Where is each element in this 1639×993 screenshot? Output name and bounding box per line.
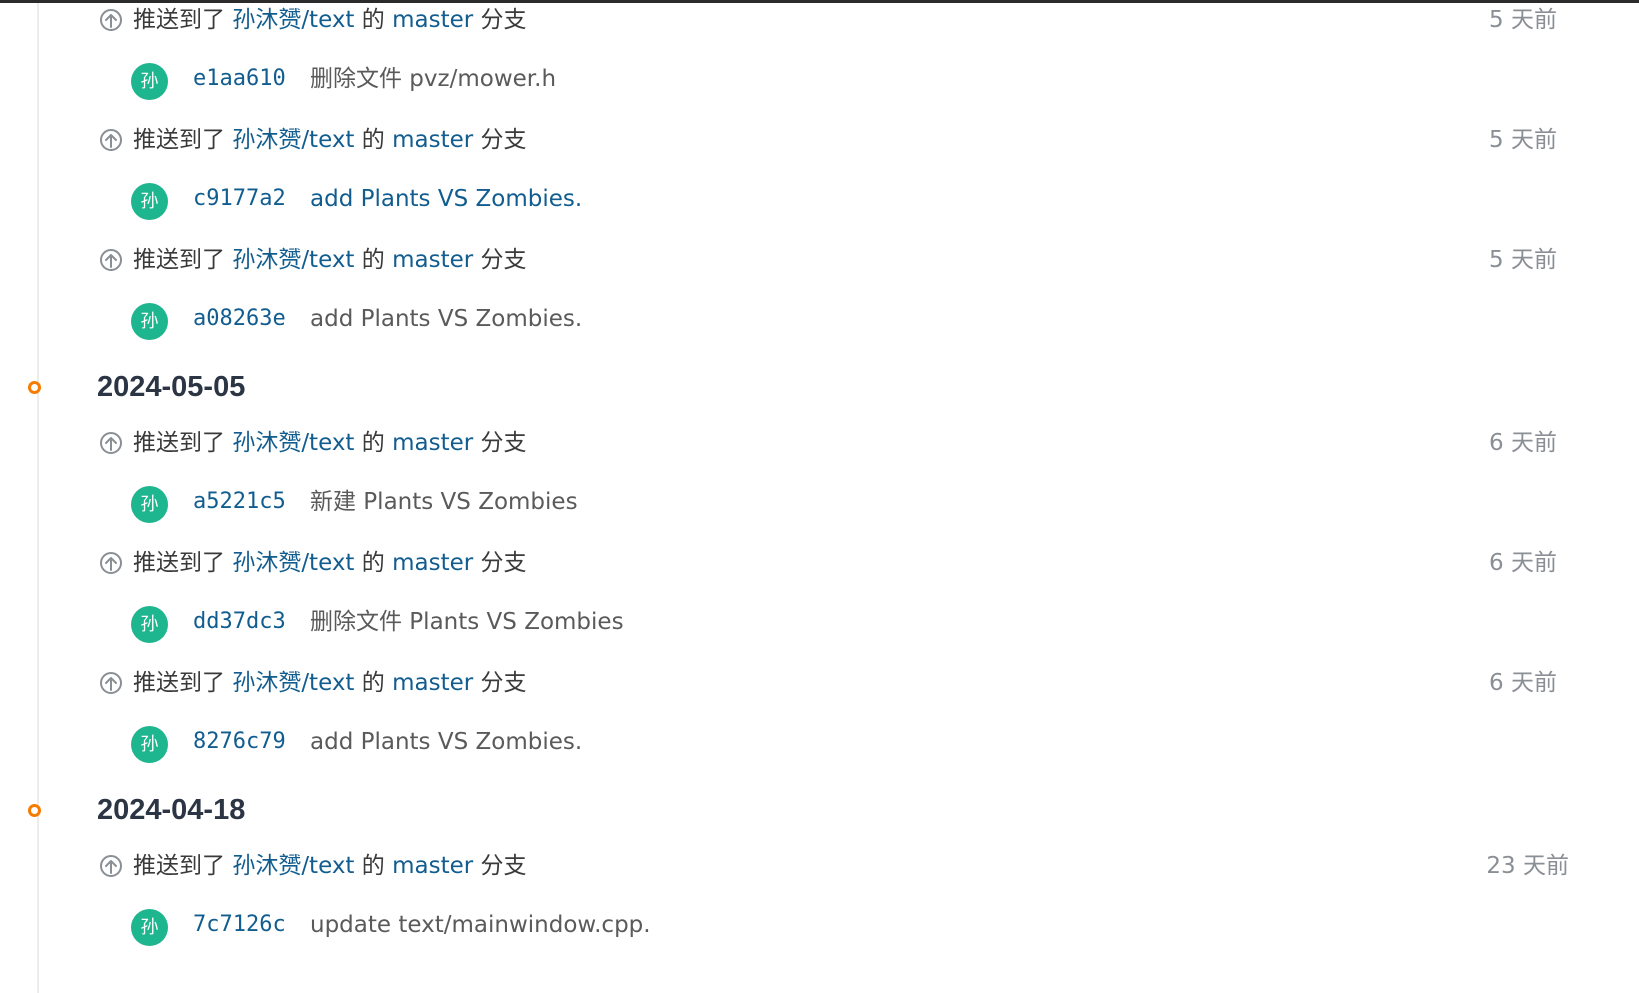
push-suffix: 分支 bbox=[473, 670, 527, 696]
push-prefix: 推送到了 bbox=[133, 550, 233, 576]
branch-link[interactable]: master bbox=[392, 127, 473, 153]
push-event-text: 推送到了 孙沐赟/text 的 master 分支 bbox=[133, 243, 527, 277]
repo-link[interactable]: 孙沐赟/text bbox=[232, 7, 354, 33]
push-event-text: 推送到了 孙沐赟/text 的 master 分支 bbox=[133, 546, 527, 580]
commit-row: 孙 a08263e add Plants VS Zombies. bbox=[0, 298, 1639, 363]
commit-message: update text/mainwindow.cpp. bbox=[310, 912, 651, 938]
push-middle: 的 bbox=[354, 853, 393, 879]
push-middle: 的 bbox=[354, 430, 393, 456]
arrow-up-circle-icon bbox=[100, 552, 122, 574]
avatar[interactable]: 孙 bbox=[131, 183, 168, 220]
commit-message: 新建 Plants VS Zombies bbox=[310, 489, 578, 515]
repo-link[interactable]: 孙沐赟/text bbox=[232, 430, 354, 456]
commit-sha-link[interactable]: a5221c5 bbox=[193, 485, 286, 519]
activity-feed: 推送到了 孙沐赟/text 的 master 分支 5 天前孙 e1aa610 删除文… bbox=[0, 0, 1639, 969]
push-middle: 的 bbox=[354, 550, 393, 576]
arrow-up-circle-icon bbox=[100, 9, 122, 31]
arrow-up-circle-icon bbox=[100, 432, 122, 454]
commit-row: 孙 dd37dc3 删除文件 Plants VS Zombies bbox=[0, 601, 1639, 666]
branch-link[interactable]: master bbox=[392, 853, 473, 879]
branch-link[interactable]: master bbox=[392, 670, 473, 696]
arrow-up-circle-icon bbox=[100, 129, 122, 151]
relative-time: 6 天前 bbox=[1489, 430, 1557, 456]
commit-row: 孙 c9177a2 add Plants VS Zombies. bbox=[0, 178, 1639, 243]
commit-sha-link[interactable]: 8276c79 bbox=[193, 725, 286, 759]
push-prefix: 推送到了 bbox=[133, 853, 233, 879]
date-group-header: 2024-04-18 bbox=[0, 786, 1639, 849]
avatar[interactable]: 孙 bbox=[131, 909, 168, 946]
repo-link[interactable]: 孙沐赟/text bbox=[232, 127, 354, 153]
push-prefix: 推送到了 bbox=[133, 127, 233, 153]
repo-link[interactable]: 孙沐赟/text bbox=[232, 853, 354, 879]
date-group-header: 2024-05-05 bbox=[0, 363, 1639, 426]
commit-row: 孙 7c7126c update text/mainwindow.cpp. bbox=[0, 904, 1639, 969]
commit-sha-link[interactable]: a08263e bbox=[193, 302, 286, 336]
avatar[interactable]: 孙 bbox=[131, 726, 168, 763]
avatar[interactable]: 孙 bbox=[131, 63, 168, 100]
push-event-row: 推送到了 孙沐赟/text 的 master 分支 5 天前 bbox=[0, 123, 1639, 178]
branch-link[interactable]: master bbox=[392, 550, 473, 576]
avatar[interactable]: 孙 bbox=[131, 486, 168, 523]
relative-time: 6 天前 bbox=[1489, 670, 1557, 696]
push-event-row: 推送到了 孙沐赟/text 的 master 分支 6 天前 bbox=[0, 546, 1639, 601]
commit-sha-link[interactable]: e1aa610 bbox=[193, 62, 286, 96]
push-middle: 的 bbox=[354, 7, 393, 33]
push-event-text: 推送到了 孙沐赟/text 的 master 分支 bbox=[133, 123, 527, 157]
push-event-row: 推送到了 孙沐赟/text 的 master 分支 5 天前 bbox=[0, 3, 1639, 58]
push-suffix: 分支 bbox=[473, 550, 527, 576]
arrow-up-circle-icon bbox=[100, 249, 122, 271]
push-prefix: 推送到了 bbox=[133, 670, 233, 696]
repo-link[interactable]: 孙沐赟/text bbox=[232, 670, 354, 696]
avatar[interactable]: 孙 bbox=[131, 606, 168, 643]
commit-row: 孙 a5221c5 新建 Plants VS Zombies bbox=[0, 481, 1639, 546]
repo-link[interactable]: 孙沐赟/text bbox=[232, 247, 354, 273]
relative-time: 5 天前 bbox=[1489, 7, 1557, 33]
arrow-up-circle-icon bbox=[100, 855, 122, 877]
branch-link[interactable]: master bbox=[392, 247, 473, 273]
push-prefix: 推送到了 bbox=[133, 430, 233, 456]
relative-time: 23 天前 bbox=[1486, 853, 1569, 879]
relative-time: 5 天前 bbox=[1489, 247, 1557, 273]
push-middle: 的 bbox=[354, 247, 393, 273]
push-event-row: 推送到了 孙沐赟/text 的 master 分支 6 天前 bbox=[0, 666, 1639, 721]
commit-message[interactable]: add Plants VS Zombies. bbox=[310, 182, 582, 216]
push-event-text: 推送到了 孙沐赟/text 的 master 分支 bbox=[133, 3, 527, 37]
push-suffix: 分支 bbox=[473, 127, 527, 153]
commit-message: 删除文件 Plants VS Zombies bbox=[310, 609, 624, 635]
commit-message: add Plants VS Zombies. bbox=[310, 729, 583, 755]
repo-link[interactable]: 孙沐赟/text bbox=[232, 550, 354, 576]
push-suffix: 分支 bbox=[473, 853, 527, 879]
push-event-row: 推送到了 孙沐赟/text 的 master 分支 23 天前 bbox=[0, 849, 1639, 904]
push-event-row: 推送到了 孙沐赟/text 的 master 分支 5 天前 bbox=[0, 243, 1639, 298]
timeline-dot-icon bbox=[28, 804, 41, 817]
commit-row: 孙 e1aa610 删除文件 pvz/mower.h bbox=[0, 58, 1639, 123]
commit-sha-link[interactable]: dd37dc3 bbox=[193, 605, 286, 639]
push-prefix: 推送到了 bbox=[133, 247, 233, 273]
timeline-dot-icon bbox=[28, 381, 41, 394]
push-event-text: 推送到了 孙沐赟/text 的 master 分支 bbox=[133, 426, 527, 460]
branch-link[interactable]: master bbox=[392, 430, 473, 456]
commit-message: 删除文件 pvz/mower.h bbox=[310, 66, 557, 92]
push-middle: 的 bbox=[354, 670, 393, 696]
push-suffix: 分支 bbox=[473, 430, 527, 456]
push-suffix: 分支 bbox=[473, 7, 527, 33]
date-label: 2024-04-18 bbox=[97, 794, 246, 826]
relative-time: 5 天前 bbox=[1489, 127, 1557, 153]
push-event-row: 推送到了 孙沐赟/text 的 master 分支 6 天前 bbox=[0, 426, 1639, 481]
commit-row: 孙 8276c79 add Plants VS Zombies. bbox=[0, 721, 1639, 786]
push-event-text: 推送到了 孙沐赟/text 的 master 分支 bbox=[133, 666, 527, 700]
push-prefix: 推送到了 bbox=[133, 7, 233, 33]
push-event-text: 推送到了 孙沐赟/text 的 master 分支 bbox=[133, 849, 527, 883]
relative-time: 6 天前 bbox=[1489, 550, 1557, 576]
commit-sha-link[interactable]: 7c7126c bbox=[193, 908, 286, 942]
commit-sha-link[interactable]: c9177a2 bbox=[193, 182, 286, 216]
commit-message: add Plants VS Zombies. bbox=[310, 306, 583, 332]
push-suffix: 分支 bbox=[473, 247, 527, 273]
date-label: 2024-05-05 bbox=[97, 371, 246, 403]
push-middle: 的 bbox=[354, 127, 393, 153]
arrow-up-circle-icon bbox=[100, 672, 122, 694]
branch-link[interactable]: master bbox=[392, 7, 473, 33]
avatar[interactable]: 孙 bbox=[131, 303, 168, 340]
